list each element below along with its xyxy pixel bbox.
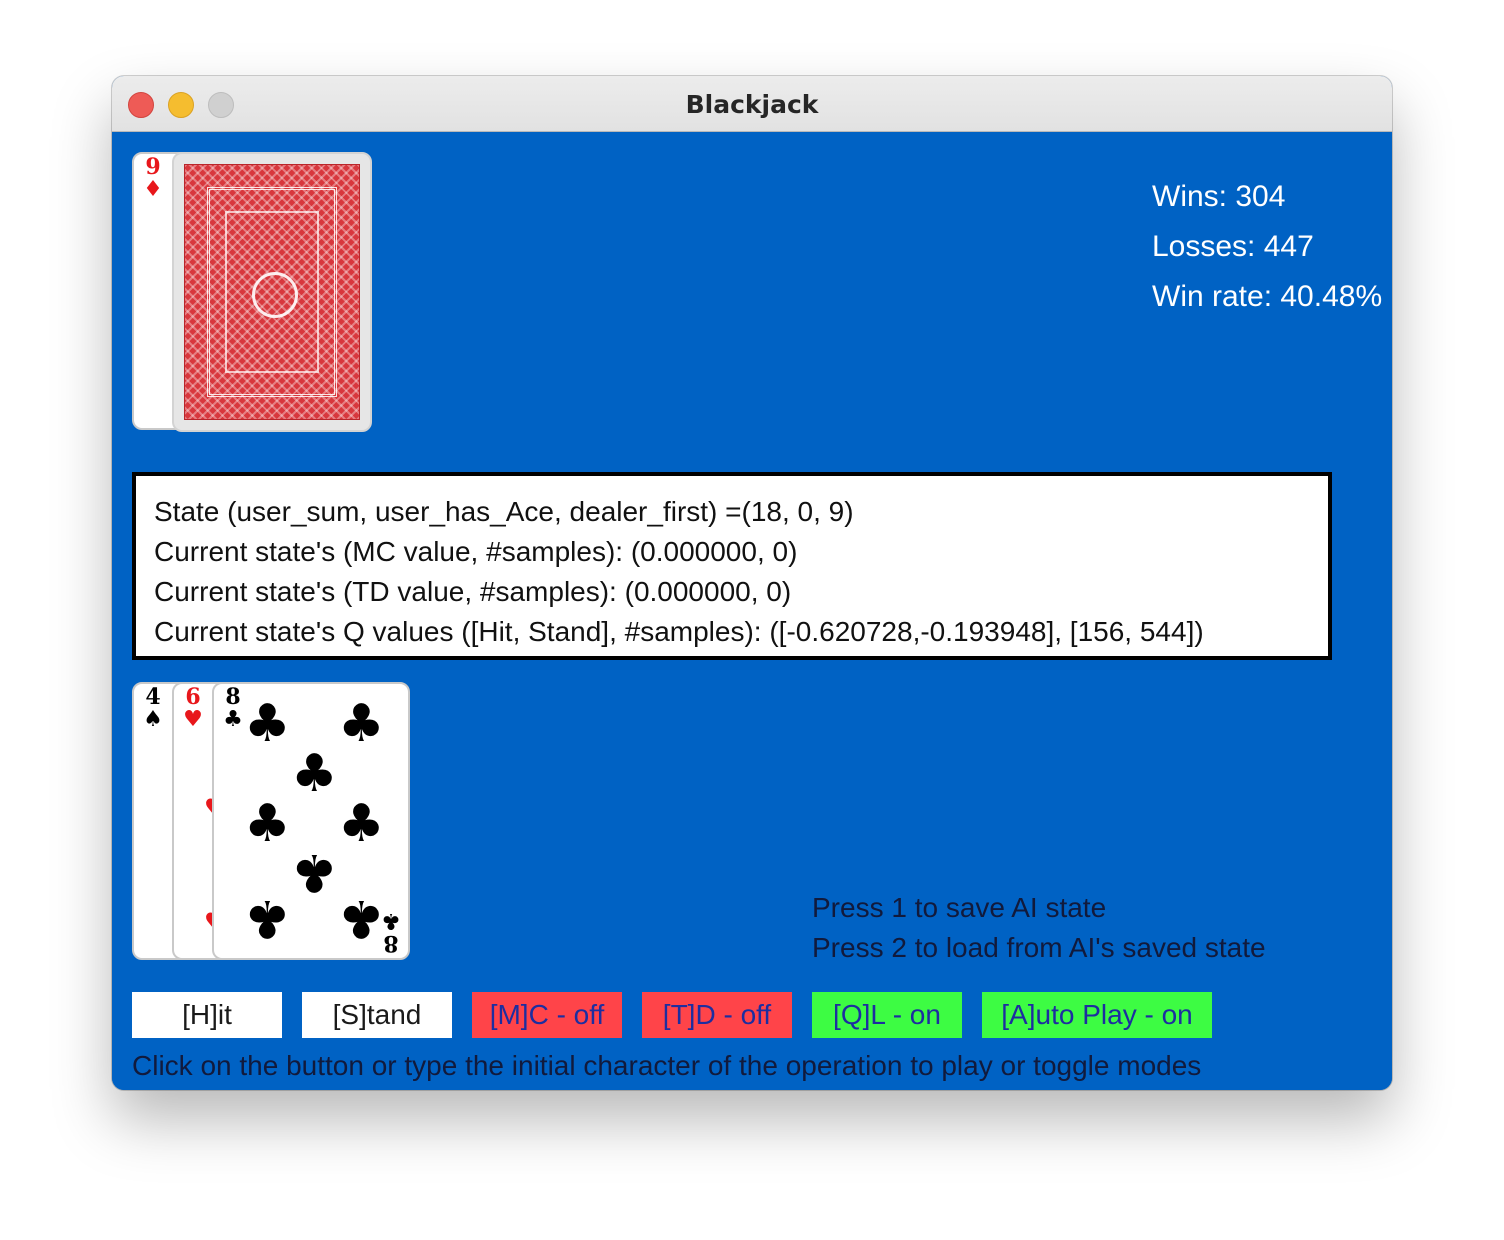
stand-button[interactable]: [S]tand bbox=[302, 992, 452, 1038]
club-suit-icon: ♣ bbox=[223, 706, 243, 732]
diamond-suit-icon: ♦ bbox=[143, 176, 163, 202]
dealer-card-face-down bbox=[172, 152, 372, 432]
game-table: 9 ♦ ♦ ♦ ♦ ♦ Wins: 304 Losses: 447 Win ra… bbox=[112, 132, 1392, 1090]
save-instruction: Press 1 to save AI state bbox=[812, 892, 1107, 923]
score-stats: Wins: 304 Losses: 447 Win rate: 40.48% bbox=[1152, 172, 1382, 322]
card-rank: 4 bbox=[145, 684, 161, 710]
club-pip-icon: ♣ bbox=[244, 888, 291, 948]
td-value-line: Current state's (TD value, #samples): (0… bbox=[154, 576, 792, 607]
card-rank: 9 bbox=[145, 154, 161, 180]
card-corner: 6 ♥ bbox=[180, 686, 206, 730]
ai-state-instructions: Press 1 to save AI state Press 2 to load… bbox=[812, 888, 1266, 968]
club-pip-icon: ♣ bbox=[244, 794, 291, 854]
card-corner: 4 ♠ bbox=[140, 686, 166, 730]
blackjack-window: Blackjack 9 ♦ ♦ ♦ ♦ ♦ bbox=[112, 76, 1392, 1090]
club-pip-icon: ♣ bbox=[244, 694, 291, 754]
card-back-pattern bbox=[184, 164, 360, 420]
hit-button[interactable]: [H]it bbox=[132, 992, 282, 1038]
card-corner-bottom: 8 ♣ bbox=[378, 908, 404, 956]
help-text: Click on the button or type the initial … bbox=[132, 1050, 1202, 1081]
mc-value-line: Current state's (MC value, #samples): (0… bbox=[154, 536, 798, 567]
state-tuple-line: State (user_sum, user_has_Ace, dealer_fi… bbox=[154, 496, 854, 527]
load-instruction: Press 2 to load from AI's saved state bbox=[812, 932, 1266, 963]
card-rank: 8 bbox=[225, 684, 241, 710]
club-pip-icon: ♣ bbox=[338, 694, 385, 754]
state-info-panel: State (user_sum, user_has_Ace, dealer_fi… bbox=[132, 472, 1332, 660]
heart-suit-icon: ♥ bbox=[183, 706, 203, 732]
window-title: Blackjack bbox=[685, 90, 819, 119]
spade-suit-icon: ♠ bbox=[143, 706, 163, 732]
losses-count: Losses: 447 bbox=[1152, 230, 1314, 263]
q-values-line: Current state's Q values ([Hit, Stand], … bbox=[154, 616, 1204, 647]
club-pip-icon: ♣ bbox=[338, 794, 385, 854]
td-toggle-button[interactable]: [T]D - off bbox=[642, 992, 792, 1038]
player-card-eight-of-clubs: 8 ♣ ♣ ♣ ♣ ♣ ♣ ♣ ♣ ♣ 8 ♣ bbox=[212, 682, 410, 960]
club-suit-icon: ♣ bbox=[381, 908, 401, 934]
auto-play-toggle-button[interactable]: [A]uto Play - on bbox=[982, 992, 1212, 1038]
card-rank: 8 bbox=[383, 930, 399, 956]
card-rank: 6 bbox=[185, 684, 201, 710]
title-bar: Blackjack bbox=[112, 76, 1392, 132]
club-pip-icon: ♣ bbox=[291, 842, 338, 902]
mc-toggle-button[interactable]: [M]C - off bbox=[472, 992, 622, 1038]
card-corner: 9 ♦ bbox=[140, 156, 166, 200]
win-rate: Win rate: 40.48% bbox=[1152, 280, 1383, 313]
club-pip-icon: ♣ bbox=[291, 744, 338, 804]
wins-count: Wins: 304 bbox=[1152, 180, 1286, 213]
card-corner: 8 ♣ bbox=[220, 686, 246, 730]
card-back-medallion-icon bbox=[252, 272, 298, 318]
ql-toggle-button[interactable]: [Q]L - on bbox=[812, 992, 962, 1038]
